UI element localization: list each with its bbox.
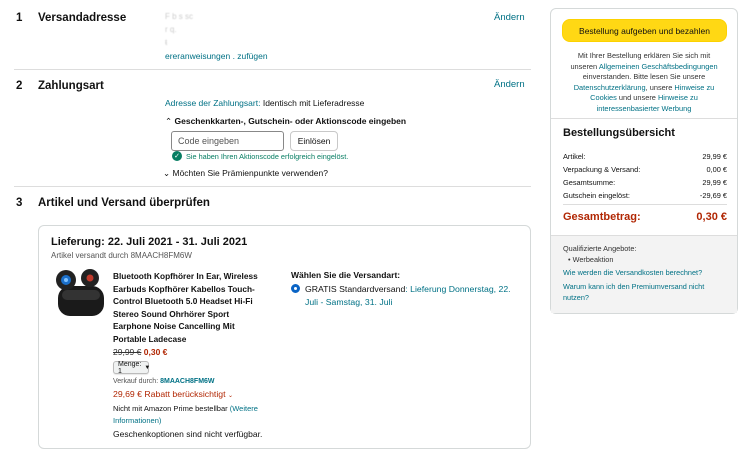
gift-options-note: Geschenkoptionen sind nicht verfügbar. [113,429,263,439]
qualified-label: Qualifizierte Angebote: [563,244,637,253]
discount-label: 29,69 € Rabatt berücksichtigt [113,389,226,399]
billing-address: Adresse der Zahlungsart: Identisch mit L… [165,98,364,108]
bullet-icon: • [568,255,571,264]
delivery-heading: Lieferung: 22. Juli 2021 - 31. Juli 2021 [51,236,248,248]
legal-text: Mit Ihrer Bestellung erklären Sie sich m… [560,51,728,114]
row-value: 0,00 € [706,165,727,174]
prime-note-text: Nicht mit Amazon Prime bestellbar [113,404,228,413]
summary-row: Gesamtsumme: 29,99 € [563,178,727,187]
total-value: 0,30 € [696,211,727,223]
legal-line: Mit Ihrer Bestellung erklären Sie sich m… [577,51,711,60]
product-title-line: Earbuds Kopfhörer Kabellos Touch- [113,283,255,294]
total-row: Gesamtbetrag: 0,30 € [563,211,727,223]
row-label: Artikel: [563,152,586,161]
qualified-item-label: Werbeaktion [572,255,614,264]
summary-row: Verpackung & Versand: 0,00 € [563,165,727,174]
agb-link[interactable]: Allgemeinen Geschäftsbedingungen [599,62,718,71]
change-payment-link[interactable]: Ändern [494,79,525,90]
section-number: 3 [16,197,23,209]
points-toggle[interactable]: ⌄ Möchten Sie Prämienpunkte verwenden? [163,168,328,179]
divider [14,186,531,187]
address-line-3: ŧ [165,38,168,47]
section-title-payment: Zahlungsart [38,80,104,92]
quantity-value: Menge: 1 [118,360,142,375]
seller-label: Verkauf durch: [113,378,159,385]
checkmark-icon: ✓ [172,151,182,161]
seller-link[interactable]: 8MAACH8FM6W [160,378,214,385]
code-success-message: Sie haben Ihren Aktionscode erfolgreich … [186,152,349,161]
quantity-select[interactable]: Menge: 1 ▼ [113,360,151,375]
chevron-down-icon: ⌄ [227,393,233,399]
shipping-cost-faq-link[interactable]: Wie werden die Versandkosten berechnet? [563,268,702,277]
billing-address-value: Identisch mit Lieferadresse [262,98,365,108]
summary-title: Bestellungsübersicht [563,127,675,139]
giftcard-toggle-label: Geschenkkarten-, Gutschein- oder Aktions… [174,116,407,126]
product-title-line: Control Bluetooth 5.0 Headset Hi-Fi [113,296,253,307]
premium-shipping-faq-link[interactable]: Warum kann ich den Premiumversand nicht … [563,281,728,303]
chevron-down-icon: ⌄ [163,168,171,178]
product-image [56,269,104,316]
section-number: 2 [16,80,23,92]
total-label: Gesamtbetrag: [563,211,641,223]
shipping-heading: Wählen Sie die Versandart: [291,270,401,280]
row-label: Gesamtsumme: [563,178,616,187]
delivery-instructions-link[interactable]: ereranweisungen . zufügen [165,51,268,61]
divider [551,118,737,119]
summary-row: Gutschein eingelöst: -29,69 € [563,191,727,200]
qualified-item: • Werbeaktion [568,255,613,264]
row-value: 29,99 € [702,152,727,161]
legal-line: und unsere [618,93,656,102]
new-price: 0,30 € [143,347,168,357]
row-label: Gutschein eingelöst: [563,191,630,200]
legal-line: unseren [570,61,598,71]
privacy-link[interactable]: Datenschutzerklärung [574,83,646,92]
chevron-up-icon: ⌃ [165,116,173,126]
product-title-line: Portable Ladecase [113,333,187,344]
chevron-down-icon: ▼ [144,364,151,371]
section-title-review: Artikel und Versand überprüfen [38,197,210,209]
points-toggle-label: Möchten Sie Prämienpunkte verwenden? [172,168,328,178]
old-price: 29,99 € [113,347,142,357]
seller: Verkauf durch: 8MAACH8FM6W [113,378,215,385]
divider [14,69,531,70]
divider [563,204,727,205]
place-order-button[interactable]: Bestellung aufgeben und bezahlen [562,19,727,42]
product-title-line: Earphone Noise Cancelling Mit [113,321,235,332]
product-title-line: Bluetooth Kopfhörer In Ear, Wireless [113,271,258,281]
legal-line: einverstanden. Bitte lesen Sie unsere [582,72,706,81]
giftcard-toggle[interactable]: ⌃ Geschenkkarten-, Gutschein- oder Aktio… [165,116,406,127]
shipping-option-label: GRATIS Standardversand [305,284,406,294]
section-number: 1 [16,12,23,24]
product-title-line: Stereo Sound Ohrhörer Sport [113,308,230,319]
redeem-button[interactable]: Einlösen [290,131,338,151]
address-line-1: F b s sc [165,12,194,21]
section-title-address: Versandadresse [38,12,127,24]
price: 29,99 € 0,30 € [113,347,167,357]
row-label: Verpackung & Versand: [563,165,641,174]
change-address-link[interactable]: Ändern [494,12,525,23]
legal-line: , unsere [645,82,673,92]
shipping-radio[interactable] [291,284,300,293]
promo-code-input[interactable] [171,131,284,151]
prime-note: Nicht mit Amazon Prime bestellbar (Weite… [113,403,283,426]
shipped-by: Artikel versandt durch 8MAACH8FM6W [51,251,192,260]
billing-address-label[interactable]: Adresse der Zahlungsart: [165,98,260,108]
shipping-option[interactable]: GRATIS Standardversand: Lieferung Donner… [305,283,515,309]
summary-row: Artikel: 29,99 € [563,152,727,161]
address-line-2: r q. [165,25,177,34]
discount-info[interactable]: 29,69 € Rabatt berücksichtigt ⌄ [113,389,233,399]
product-title[interactable]: Bluetooth Kopfhörer In Ear, Wireless Ear… [113,270,283,346]
row-value: 29,99 € [702,178,727,187]
row-value: -29,69 € [699,191,727,200]
